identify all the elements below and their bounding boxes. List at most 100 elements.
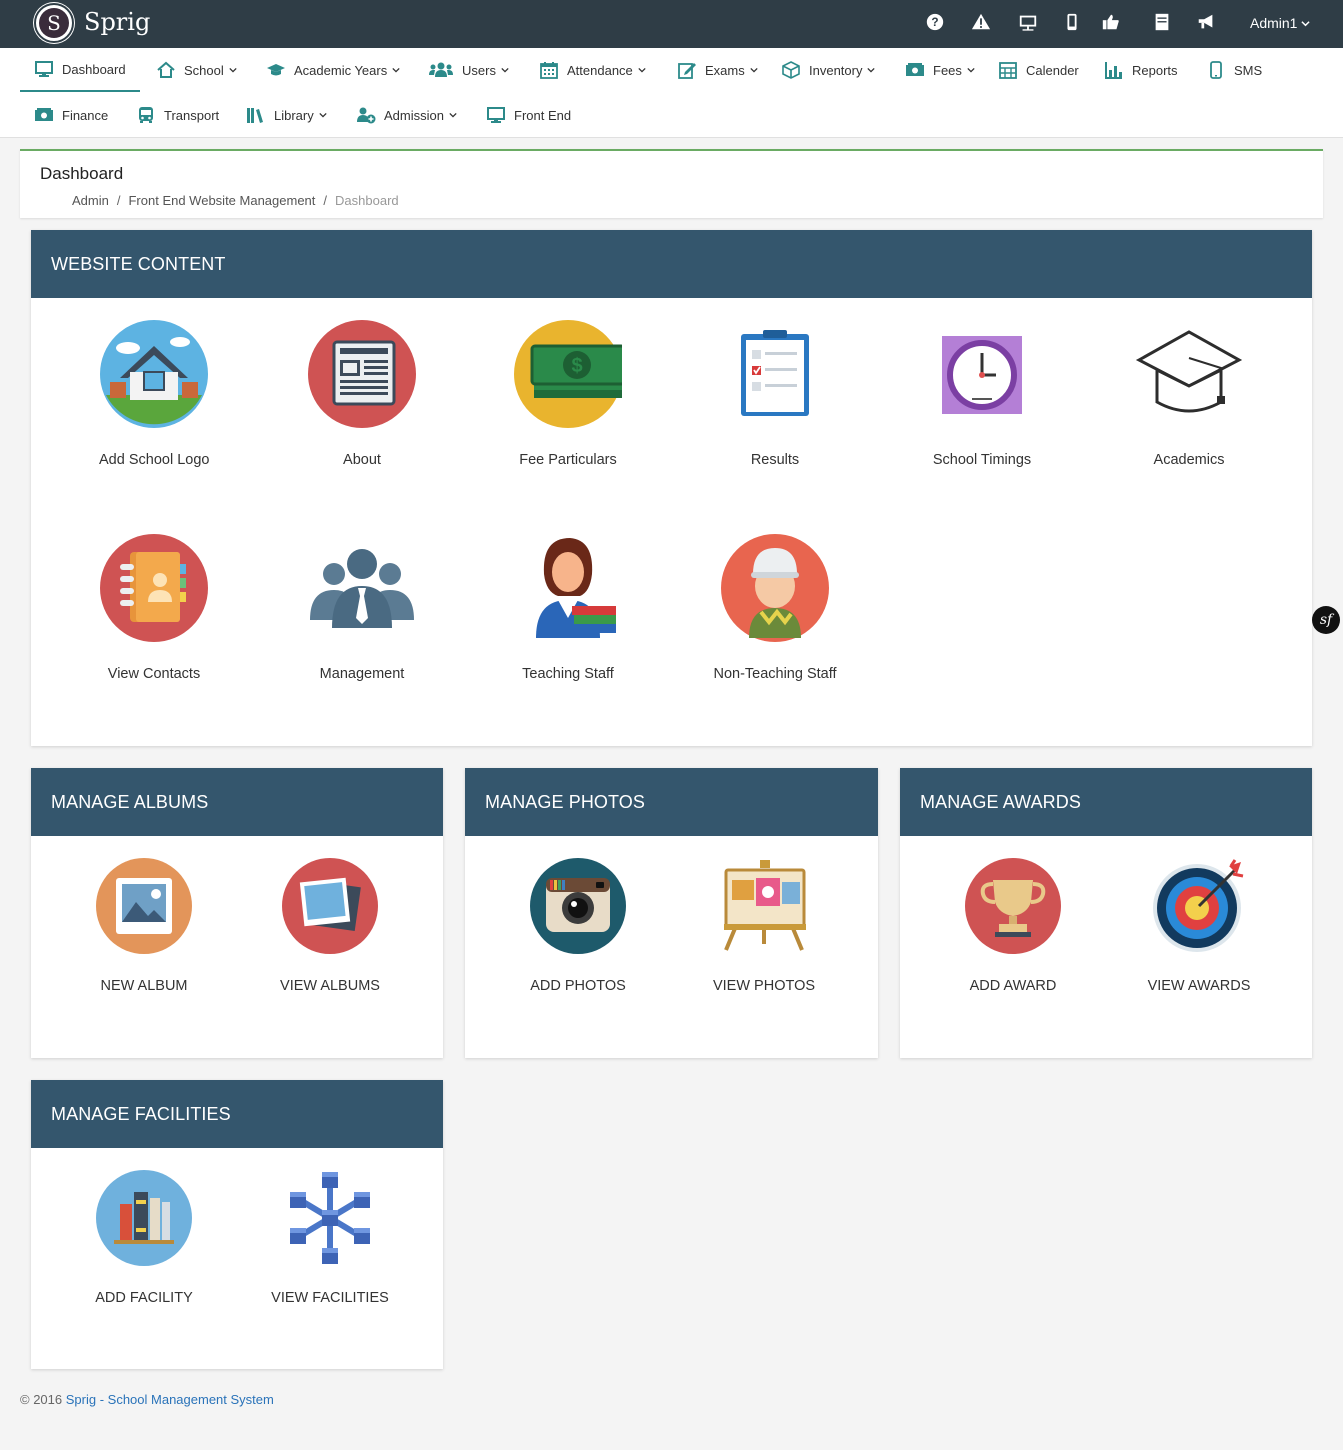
website-content-panel: WEBSITE CONTENT Add School Logo About $: [31, 230, 1312, 746]
edit-icon: [678, 63, 696, 79]
menu-school[interactable]: School: [156, 48, 237, 92]
manage-awards-panel: MANAGE AWARDS ADD AWARD VIEW AWARDS: [900, 768, 1312, 1058]
network-cubes-icon: [290, 1172, 370, 1264]
menu-fees[interactable]: Fees: [905, 48, 975, 92]
tile-view-contacts[interactable]: View Contacts: [99, 534, 209, 684]
tile-label: VIEW AWARDS: [1147, 978, 1251, 994]
tile-label: ADD PHOTOS: [530, 978, 626, 994]
tile-label: Results: [750, 452, 800, 468]
photos-stack-icon: [282, 858, 378, 954]
page-title: Dashboard: [40, 164, 124, 183]
cash-icon: $: [514, 320, 622, 428]
menu-inventory[interactable]: Inventory: [781, 48, 876, 92]
tile-new-album[interactable]: NEW ALBUM: [84, 858, 204, 998]
menu-exams[interactable]: Exams: [677, 48, 758, 92]
tile-label: Management: [319, 666, 405, 682]
trophy-icon: [965, 858, 1061, 954]
calendar-grid-icon: [999, 62, 1017, 79]
menu-library[interactable]: Library: [246, 93, 327, 137]
tile-add-school-logo[interactable]: Add School Logo: [99, 320, 209, 470]
bar-chart-icon: [1105, 62, 1122, 79]
tile-academics[interactable]: Academics: [1134, 320, 1244, 470]
page-header: Dashboard Admin / Front End Website Manage…: [20, 149, 1323, 218]
tile-management[interactable]: Management: [307, 534, 417, 684]
notes-icon[interactable]: [1152, 12, 1174, 34]
thumbs-up-icon[interactable]: [1101, 12, 1123, 34]
panel-title: MANAGE FACILITIES: [31, 1080, 443, 1148]
camera-icon: [530, 858, 626, 954]
breadcrumb-current: Dashboard: [335, 193, 399, 208]
tile-school-timings[interactable]: School Timings: [927, 320, 1037, 470]
tile-about[interactable]: About: [307, 320, 417, 470]
clock-icon: [942, 336, 1022, 414]
chevron-down-icon: [229, 67, 237, 73]
menu-label: Inventory: [809, 62, 863, 78]
school-house-icon: [100, 320, 208, 428]
mortarboard-icon: [1135, 330, 1243, 413]
menu-label: Admission: [384, 107, 444, 123]
menu-transport[interactable]: Transport: [136, 93, 219, 137]
tile-view-awards[interactable]: VIEW AWARDS: [1139, 858, 1259, 998]
menu-admission[interactable]: Admission: [356, 93, 457, 137]
tile-label: Non-Teaching Staff: [713, 666, 837, 682]
menu-reports[interactable]: Reports: [1104, 48, 1178, 92]
menu-label: Calender: [1026, 62, 1079, 78]
panel-title: MANAGE AWARDS: [900, 768, 1312, 836]
symfony-toolbar-badge[interactable]: sf: [1312, 606, 1340, 634]
megaphone-icon[interactable]: [1196, 12, 1218, 34]
tile-add-photos[interactable]: ADD PHOTOS: [518, 858, 638, 998]
breadcrumb-admin[interactable]: Admin: [72, 193, 109, 208]
tile-teaching-staff[interactable]: Teaching Staff: [503, 534, 633, 684]
breadcrumb-separator: /: [116, 193, 121, 208]
tile-add-facility[interactable]: ADD FACILITY: [84, 1170, 204, 1310]
menu-label: Academic Years: [294, 62, 388, 78]
menu-sms[interactable]: SMS: [1206, 48, 1262, 92]
tile-label: VIEW PHOTOS: [712, 978, 816, 994]
breadcrumb-front-end[interactable]: Front End Website Management: [128, 193, 315, 208]
chevron-down-icon: [867, 67, 876, 73]
books-shelf-icon: [96, 1170, 192, 1266]
logo-letter: S: [39, 8, 69, 38]
users-icon: [429, 62, 453, 77]
bus-icon: [139, 107, 153, 123]
menu-label: Transport: [164, 107, 220, 123]
menu-label: Users: [462, 62, 496, 78]
target-icon: [1153, 859, 1244, 952]
menu-dashboard[interactable]: Dashboard: [20, 48, 140, 92]
worker-icon: [721, 534, 829, 642]
menu-calender[interactable]: Calender: [998, 48, 1079, 92]
menu-label: Attendance: [567, 62, 633, 78]
tile-non-teaching-staff[interactable]: Non-Teaching Staff: [705, 534, 845, 684]
chevron-down-icon: [638, 67, 646, 73]
menu-users[interactable]: Users: [428, 48, 509, 92]
user-menu[interactable]: Admin1: [1250, 15, 1310, 31]
presentation-icon[interactable]: [1018, 12, 1040, 34]
footer-link[interactable]: Sprig - School Management System: [66, 1392, 274, 1407]
menu-finance[interactable]: Finance: [34, 93, 108, 137]
books-icon: [247, 108, 263, 123]
menu-label: Reports: [1132, 62, 1178, 78]
tile-view-photos[interactable]: VIEW PHOTOS: [704, 858, 824, 998]
user-name: Admin1: [1250, 15, 1298, 31]
tile-view-albums[interactable]: VIEW ALBUMS: [270, 858, 390, 998]
chevron-down-icon: [501, 67, 509, 73]
svg-text:?: ?: [931, 15, 938, 29]
tile-fee-particulars[interactable]: $ Fee Particulars: [503, 320, 633, 470]
tile-add-award[interactable]: ADD AWARD: [953, 858, 1073, 998]
menu-academic-years[interactable]: Academic Years: [266, 48, 400, 92]
footer: © 2016 Sprig - School Management System: [20, 1392, 274, 1407]
menu-front-end[interactable]: Front End: [486, 93, 571, 137]
menu-attendance[interactable]: Attendance: [539, 48, 646, 92]
phone-icon: [1210, 61, 1222, 79]
tile-view-facilities[interactable]: VIEW FACILITIES: [265, 1170, 395, 1310]
monitor-icon: [487, 107, 505, 123]
app-logo[interactable]: S: [34, 3, 74, 43]
help-icon[interactable]: ?: [925, 12, 947, 34]
user-plus-icon: [357, 107, 376, 124]
mobile-icon[interactable]: [1062, 12, 1084, 34]
tile-results[interactable]: Results: [720, 320, 830, 470]
brand-name[interactable]: Sprig: [84, 8, 150, 36]
warning-icon[interactable]: [971, 12, 993, 34]
menu-label: School: [184, 62, 224, 78]
newspaper-icon: [308, 320, 416, 428]
